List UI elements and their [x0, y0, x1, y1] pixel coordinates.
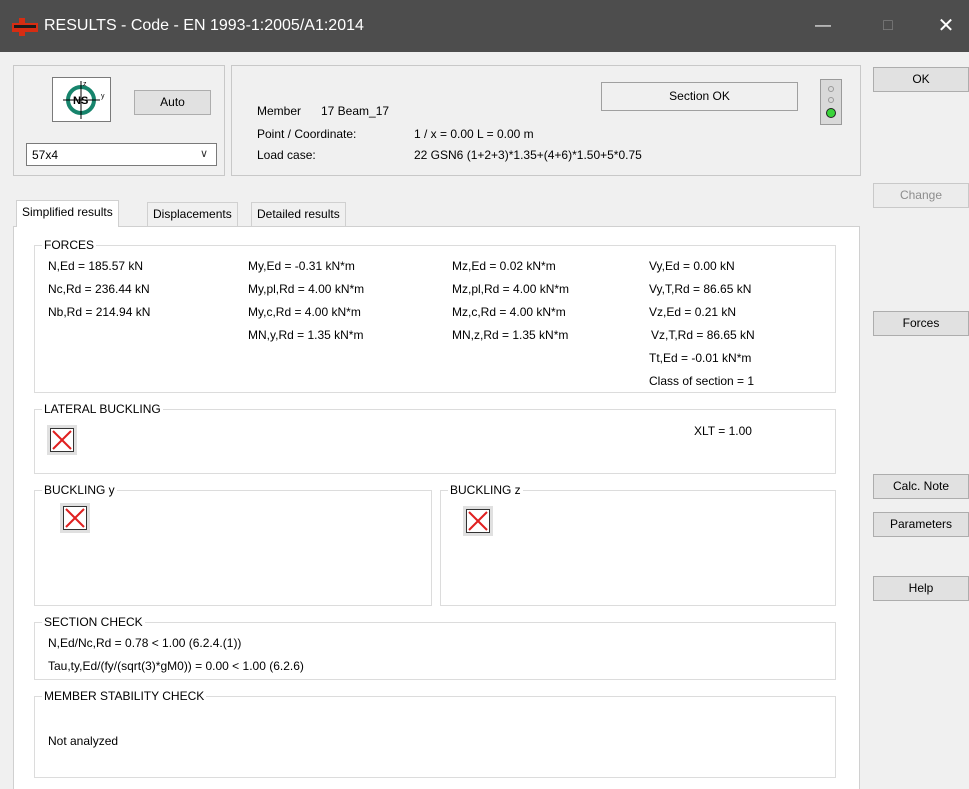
member-stability-text: Not analyzed	[48, 734, 119, 748]
loadcase-value: 22 GSN6 (1+2+3)*1.35+(4+6)*1.50+5*0.75	[414, 148, 642, 162]
tab-displacements[interactable]: Displacements	[147, 202, 238, 226]
force-value: MN,z,Rd = 1.35 kN*m	[452, 328, 569, 342]
maximize-button[interactable]: □	[873, 14, 903, 38]
profile-value: 57x4	[32, 148, 59, 162]
tab-simplified-results[interactable]: Simplified results	[16, 200, 119, 227]
section-check-line: N,Ed/Nc,Rd = 0.78 < 1.00 (6.2.4.(1))	[48, 636, 242, 650]
svg-text:z: z	[83, 81, 87, 88]
buckling-z-title: BUCKLING z	[448, 483, 523, 497]
point-value: 1 / x = 0.00 L = 0.00 m	[414, 127, 534, 141]
parameters-button[interactable]: Parameters	[873, 512, 969, 537]
force-value: Nb,Rd = 214.94 kN	[48, 305, 151, 319]
buckling-z-group: BUCKLING z	[440, 483, 836, 606]
title-bar: RESULTS - Code - EN 1993-1:2005/A1:2014 …	[0, 0, 969, 52]
section-shape-icon[interactable]: NS z y	[52, 77, 111, 122]
chevron-down-icon: ∨	[199, 148, 208, 160]
buckling-y-title: BUCKLING y	[42, 483, 117, 497]
ok-button[interactable]: OK	[873, 67, 969, 92]
force-value: Tt,Ed = -0.01 kN*m	[649, 351, 752, 365]
point-label: Point / Coordinate:	[257, 127, 357, 141]
section-status: Section OK	[601, 82, 798, 111]
force-value: Mz,Ed = 0.02 kN*m	[452, 259, 556, 273]
force-value: Vz,T,Rd = 86.65 kN	[651, 328, 755, 342]
auto-button[interactable]: Auto	[134, 90, 211, 115]
buckling-z-cross-icon[interactable]	[463, 506, 493, 536]
member-stability-title: MEMBER STABILITY CHECK	[42, 689, 207, 703]
force-value: Mz,c,Rd = 4.00 kN*m	[452, 305, 566, 319]
calc-note-button[interactable]: Calc. Note	[873, 474, 969, 499]
force-value: My,pl,Rd = 4.00 kN*m	[248, 282, 365, 296]
force-value: My,c,Rd = 4.00 kN*m	[248, 305, 361, 319]
member-label: Member	[257, 104, 302, 118]
member-stability-group: MEMBER STABILITY CHECK	[34, 689, 836, 778]
force-value: Vy,T,Rd = 86.65 kN	[649, 282, 752, 296]
xlt-value: XLT = 1.00	[694, 424, 752, 438]
help-button[interactable]: Help	[873, 576, 969, 601]
force-value: Vz,Ed = 0.21 kN	[649, 305, 737, 319]
force-value: My,Ed = -0.31 kN*m	[248, 259, 355, 273]
loadcase-label: Load case:	[257, 148, 316, 162]
tab-detailed-results[interactable]: Detailed results	[251, 202, 346, 226]
forces-title: FORCES	[42, 238, 97, 252]
window-title: RESULTS - Code - EN 1993-1:2005/A1:2014	[44, 17, 364, 34]
status-light-icon	[820, 79, 842, 125]
section-class: Class of section = 1	[649, 374, 755, 388]
svg-text:y: y	[101, 93, 105, 100]
buckling-y-cross-icon[interactable]	[60, 503, 90, 533]
change-button[interactable]: Change	[873, 183, 969, 208]
force-value: N,Ed = 185.57 kN	[48, 259, 144, 273]
lateral-buckling-group: LATERAL BUCKLING	[34, 402, 836, 474]
lateral-buckling-title: LATERAL BUCKLING	[42, 402, 163, 416]
member-value: 17 Beam_17	[321, 104, 390, 118]
close-button[interactable]: ✕	[931, 14, 961, 38]
section-check-line: Tau,ty,Ed/(fy/(sqrt(3)*gM0)) = 0.00 < 1.…	[48, 659, 304, 673]
force-value: MN,y,Rd = 1.35 kN*m	[248, 328, 364, 342]
section-icon-label: NS	[73, 95, 88, 107]
profile-dropdown[interactable]: 57x4 ∨	[26, 143, 217, 166]
section-check-title: SECTION CHECK	[42, 615, 145, 629]
forces-button[interactable]: Forces	[873, 311, 969, 336]
minimize-button[interactable]: —	[808, 14, 838, 38]
lateral-buckling-cross-icon[interactable]	[47, 425, 77, 455]
buckling-y-group: BUCKLING y	[34, 483, 432, 606]
force-value: Nc,Rd = 236.44 kN	[48, 282, 150, 296]
app-icon	[12, 18, 38, 36]
force-value: Vy,Ed = 0.00 kN	[649, 259, 735, 273]
force-value: Mz,pl,Rd = 4.00 kN*m	[452, 282, 570, 296]
